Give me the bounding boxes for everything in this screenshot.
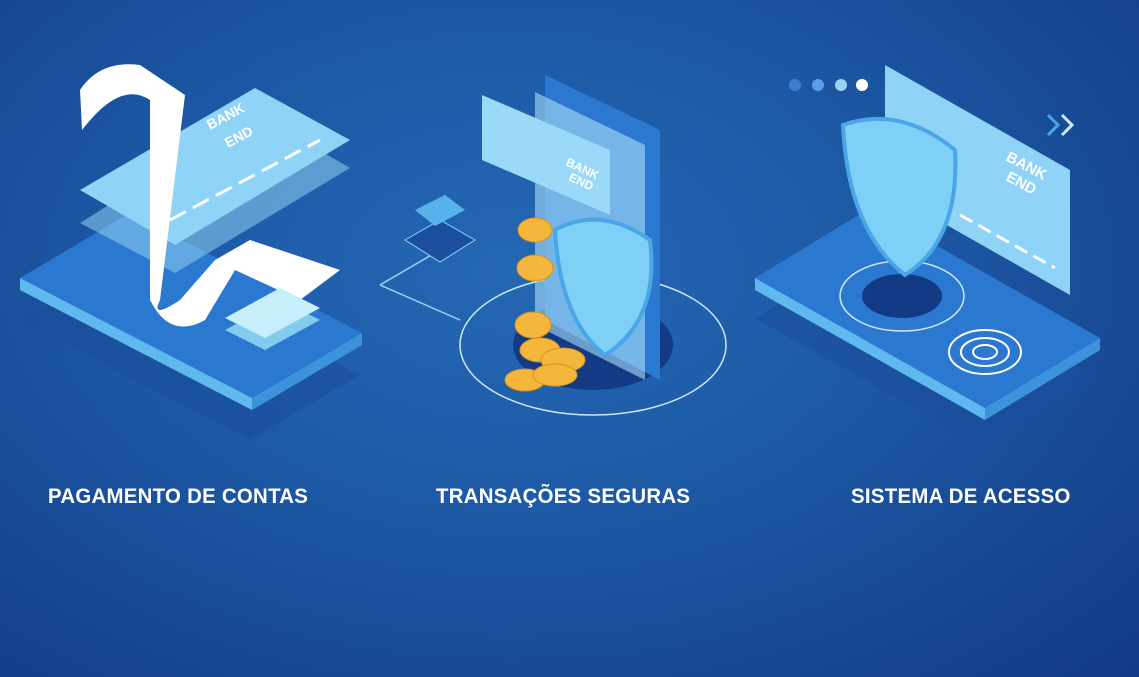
feature-label-secure-transactions: TRANSAÇÕES SEGURAS (436, 485, 691, 508)
dots-indicator (789, 79, 868, 91)
bill-payment-illustration: BANK END (20, 64, 362, 440)
chevrons-right-icon (1046, 113, 1075, 137)
feature-label-bill-payment: PAGAMENTO DE CONTAS (48, 485, 309, 508)
feature-label-access-system: SISTEMA DE ACESSO (851, 485, 1071, 508)
access-system-illustration: BANK END (755, 65, 1100, 448)
illustrations: BANK END BANK END BANK END (20, 64, 1100, 448)
secure-transactions-illustration: BANK END (379, 75, 727, 416)
